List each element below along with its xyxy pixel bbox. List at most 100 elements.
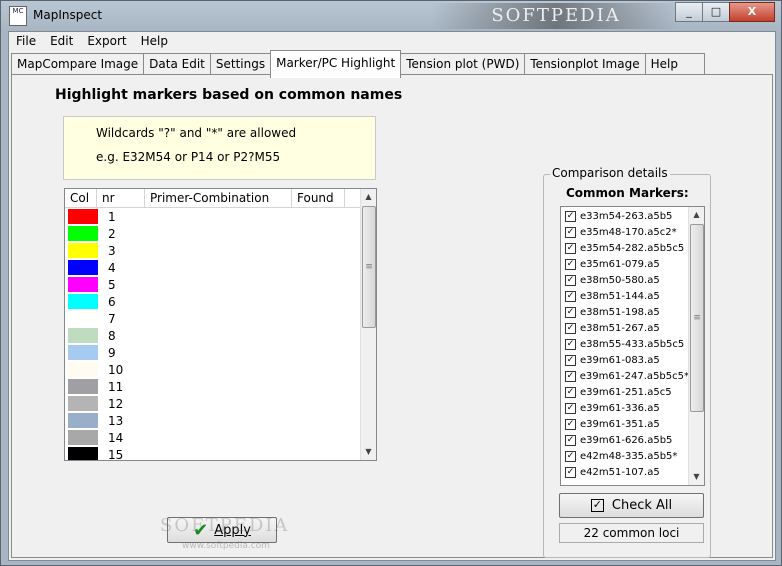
table-row[interactable]: 14 — [65, 429, 361, 446]
marker-list-item[interactable]: ✓ e38m51-267.a5 — [561, 320, 689, 336]
marker-list-item[interactable]: ✓ e39m61-626.a5b5 — [561, 432, 689, 448]
minimize-button[interactable]: _ — [675, 2, 703, 22]
marker-checkbox[interactable]: ✓ — [565, 322, 576, 334]
color-swatch[interactable] — [68, 243, 98, 258]
marker-list-item[interactable]: ✓ e33m54-263.a5b5 — [561, 208, 689, 224]
marker-checkbox[interactable]: ✓ — [565, 434, 576, 446]
marker-list-item[interactable]: ✓ e39m61-251.a5c5 — [561, 384, 689, 400]
row-number: 11 — [108, 379, 124, 394]
color-swatch[interactable] — [68, 311, 98, 326]
table-body: 1 2 3 4 5 6 7 8 9 10 11 12 13 14 15 — [65, 208, 361, 460]
menu-export[interactable]: Export — [80, 32, 133, 52]
marker-list-item[interactable]: ✓ e35m48-170.a5c2* — [561, 224, 689, 240]
common-markers-list[interactable]: ✓ e33m54-263.a5b5 ✓ e35m48-170.a5c2* ✓ e35m54… — [560, 206, 705, 486]
app-icon[interactable]: MC — [9, 6, 27, 26]
tab-settings[interactable]: Settings — [209, 53, 272, 75]
color-swatch[interactable] — [68, 379, 98, 394]
table-row[interactable]: 6 — [65, 293, 361, 310]
marker-list-item[interactable]: ✓ e38m55-433.a5b5c5 — [561, 336, 689, 352]
marker-checkbox[interactable]: ✓ — [565, 210, 576, 222]
color-swatch[interactable] — [68, 413, 98, 428]
app-window: MC MapInspect SOFTPEDIA _ □ X File Edit … — [0, 0, 782, 566]
table-row[interactable]: 9 — [65, 344, 361, 361]
marker-list-item[interactable]: ✓ e38m51-144.a5 — [561, 288, 689, 304]
marker-checkbox[interactable]: ✓ — [565, 450, 576, 462]
marker-checkbox[interactable]: ✓ — [565, 402, 576, 414]
tab-data-edit[interactable]: Data Edit — [143, 53, 211, 75]
marker-checkbox[interactable]: ✓ — [565, 274, 576, 286]
marker-checkbox[interactable]: ✓ — [565, 242, 576, 254]
color-swatch[interactable] — [68, 226, 98, 241]
markers-scrollbar[interactable]: ▲ ≡ ▼ — [688, 207, 704, 485]
table-row[interactable]: 10 — [65, 361, 361, 378]
table-row[interactable]: 1 — [65, 208, 361, 225]
table-scrollbar[interactable]: ▲ ≡ ▼ — [360, 189, 376, 460]
scroll-thumb[interactable]: ≡ — [690, 224, 704, 412]
marker-checkbox[interactable]: ✓ — [565, 306, 576, 318]
scroll-up-arrow-icon[interactable]: ▲ — [689, 207, 704, 223]
maximize-button[interactable]: □ — [702, 2, 730, 22]
marker-checkbox[interactable]: ✓ — [565, 226, 576, 238]
tab-help[interactable]: Help — [644, 53, 705, 75]
table-row[interactable]: 5 — [65, 276, 361, 293]
marker-checkbox[interactable]: ✓ — [565, 354, 576, 366]
menu-file[interactable]: File — [9, 32, 43, 52]
column-header-nr[interactable]: nr — [97, 189, 145, 207]
table-row[interactable]: 8 — [65, 327, 361, 344]
color-swatch[interactable] — [68, 209, 98, 224]
color-swatch[interactable] — [68, 260, 98, 275]
marker-checkbox[interactable]: ✓ — [565, 338, 576, 350]
color-swatch[interactable] — [68, 362, 98, 377]
scroll-down-arrow-icon[interactable]: ▼ — [361, 444, 376, 460]
color-swatch[interactable] — [68, 430, 98, 445]
tab-tensionplot-image[interactable]: Tensionplot Image — [524, 53, 646, 75]
table-row[interactable]: 2 — [65, 225, 361, 242]
close-button[interactable]: X — [729, 2, 775, 22]
column-header-col[interactable]: Col — [65, 189, 97, 207]
marker-checkbox[interactable]: ✓ — [565, 290, 576, 302]
marker-checkbox[interactable]: ✓ — [565, 258, 576, 270]
color-swatch[interactable] — [68, 345, 98, 360]
scroll-thumb[interactable]: ≡ — [362, 206, 376, 328]
color-swatch[interactable] — [68, 294, 98, 309]
check-all-button[interactable]: ✓ Check All — [559, 493, 704, 518]
marker-list-item[interactable]: ✓ e35m61-079.a5 — [561, 256, 689, 272]
marker-list-item[interactable]: ✓ e38m50-580.a5 — [561, 272, 689, 288]
tab-marker-pc-highlight[interactable]: Marker/PC Highlight — [270, 50, 402, 78]
title-bar[interactable]: MC MapInspect SOFTPEDIA _ □ X — [1, 1, 781, 31]
marker-list-item[interactable]: ✓ e39m61-247.a5b5c5* — [561, 368, 689, 384]
marker-checkbox[interactable]: ✓ — [565, 466, 576, 478]
marker-list-item[interactable]: ✓ e38m51-198.a5 — [561, 304, 689, 320]
menu-help[interactable]: Help — [134, 32, 175, 52]
tab-mapcompare-image[interactable]: MapCompare Image — [11, 53, 145, 75]
highlight-table[interactable]: Col nr Primer-Combination Found 12345678… — [64, 188, 377, 461]
marker-list-item[interactable]: ✓ e39m61-336.a5 — [561, 400, 689, 416]
marker-list-item[interactable]: ✓ e39m61-083.a5 — [561, 352, 689, 368]
marker-list-item[interactable]: ✓ e35m54-282.a5b5c5 — [561, 240, 689, 256]
marker-list-item[interactable]: ✓ e42m51-107.a5 — [561, 464, 689, 480]
color-swatch[interactable] — [68, 447, 98, 460]
row-number: 5 — [108, 277, 116, 292]
marker-checkbox[interactable]: ✓ — [565, 386, 576, 398]
marker-checkbox[interactable]: ✓ — [565, 370, 576, 382]
marker-list-item[interactable]: ✓ e42m48-335.a5b5* — [561, 448, 689, 464]
color-swatch[interactable] — [68, 277, 98, 292]
table-row[interactable]: 7 — [65, 310, 361, 327]
marker-list-item[interactable]: ✓ e39m61-351.a5 — [561, 416, 689, 432]
scroll-down-arrow-icon[interactable]: ▼ — [689, 469, 704, 485]
color-swatch[interactable] — [68, 396, 98, 411]
table-row[interactable]: 15 — [65, 446, 361, 460]
table-row[interactable]: 12 — [65, 395, 361, 412]
scroll-up-arrow-icon[interactable]: ▲ — [361, 189, 376, 205]
menu-edit[interactable]: Edit — [43, 32, 80, 52]
tab-tension-plot[interactable]: Tension plot (PWD) — [400, 53, 526, 75]
table-row[interactable]: 3 — [65, 242, 361, 259]
column-header-primer-combination[interactable]: Primer-Combination — [145, 189, 292, 207]
column-header-found[interactable]: Found — [292, 189, 345, 207]
table-row[interactable]: 4 — [65, 259, 361, 276]
color-swatch[interactable] — [68, 328, 98, 343]
softpedia-watermark-url: www.softpedia.com — [182, 541, 270, 551]
marker-checkbox[interactable]: ✓ — [565, 418, 576, 430]
table-row[interactable]: 11 — [65, 378, 361, 395]
table-row[interactable]: 13 — [65, 412, 361, 429]
